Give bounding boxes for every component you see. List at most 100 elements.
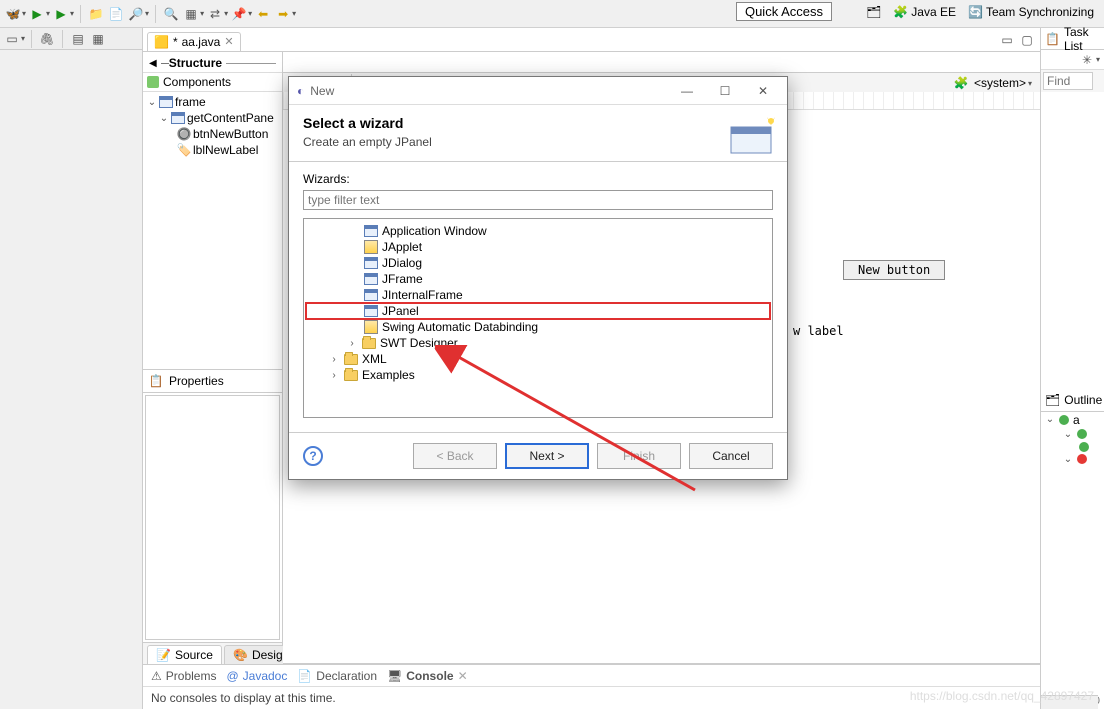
button-icon: 🔘 <box>177 127 191 141</box>
help-icon[interactable]: ? <box>303 446 323 466</box>
outline-header[interactable]: 🗂 Outline <box>1041 390 1104 412</box>
dialog-subheading: Create an empty JPanel <box>303 135 432 149</box>
panel-icon <box>364 305 378 317</box>
structure-title: Structure <box>169 56 222 70</box>
wizard-list[interactable]: Application Window JApplet JDialog JFram… <box>303 218 773 418</box>
quick-access[interactable]: Quick Access <box>736 2 832 21</box>
frame-icon <box>159 96 173 108</box>
toggle-icon[interactable]: ▦ <box>182 5 200 23</box>
components-tree: ⌄frame ⌄getContentPane 🔘btnNewButton 🏷️l… <box>143 92 282 369</box>
dialog-minimize-icon[interactable]: — <box>671 81 703 101</box>
components-label: Components <box>163 75 231 89</box>
tree-contentpane[interactable]: ⌄getContentPane <box>147 110 282 126</box>
wizard-filter-input[interactable] <box>303 190 773 210</box>
left-column: ▭▾ 🖇 ▤ ▦ <box>0 28 143 709</box>
console-icon: 🖥 <box>387 669 402 683</box>
run-icon[interactable]: ▶ <box>28 5 46 23</box>
wizards-label: Wizards: <box>303 172 773 186</box>
fwd-nav-icon[interactable]: ➡ <box>274 5 292 23</box>
perspective-team-sync[interactable]: 🔄 Team Synchronizing <box>964 4 1098 20</box>
task-list-header[interactable]: 📋 Task List <box>1041 28 1104 50</box>
frame-icon <box>364 273 378 285</box>
mock-label[interactable]: w label <box>793 324 844 338</box>
back-button: < Back <box>413 443 497 469</box>
back-nav-icon[interactable]: ⬅ <box>254 5 272 23</box>
panel-icon <box>171 112 185 124</box>
properties-body <box>145 395 280 641</box>
new-wizard-dialog: ◐ New — ☐ ✕ Select a wizard Create an em… <box>288 76 788 480</box>
minimize-view-icon[interactable]: ▭ <box>998 31 1016 49</box>
wizard-swt-designer[interactable]: ›SWT Designer <box>306 335 770 351</box>
source-icon: 📝 <box>156 648 171 662</box>
open-perspective-icon[interactable]: 🗂 <box>862 4 885 20</box>
wizard-application-window[interactable]: Application Window <box>306 223 770 239</box>
next-button[interactable]: Next > <box>505 443 589 469</box>
perspective-java-ee[interactable]: 🧩 Java EE <box>889 4 960 20</box>
run-ext-icon[interactable]: ▶ <box>52 5 70 23</box>
link-icon[interactable]: 🖇 <box>38 30 56 48</box>
dialog-close-icon[interactable]: ✕ <box>747 81 779 101</box>
tab-javadoc[interactable]: @Javadoc <box>226 669 287 683</box>
folder-icon <box>344 370 358 381</box>
debug-icon[interactable]: 🦋 <box>4 5 22 23</box>
debug-dropdown[interactable]: ▾ <box>22 9 26 18</box>
applet-icon <box>364 240 378 254</box>
tree-frame[interactable]: ⌄frame <box>147 94 282 110</box>
outline-node-3[interactable]: ⌄ <box>1041 453 1104 466</box>
cancel-button[interactable]: Cancel <box>689 443 773 469</box>
editor-tab-aa[interactable]: 🟨 *aa.java ✕ <box>147 32 241 51</box>
tab-console[interactable]: 🖥Console ✕ <box>387 669 468 683</box>
maximize-view-icon[interactable]: ▢ <box>1018 31 1036 49</box>
dirty-marker: * <box>173 35 178 49</box>
system-laf-icon[interactable]: 🧩 <box>952 74 970 92</box>
wizard-jdialog[interactable]: JDialog <box>306 255 770 271</box>
editor-tab-label: aa.java <box>182 35 221 49</box>
nav-icon[interactable]: ⇄ <box>206 5 224 23</box>
structure-header: ◀ Structure <box>143 52 282 72</box>
folder-icon <box>344 354 358 365</box>
wizard-examples[interactable]: ›Examples <box>306 367 770 383</box>
outline-node-2[interactable] <box>1041 441 1104 453</box>
tree-btn[interactable]: 🔘btnNewButton <box>147 126 282 142</box>
open-type-icon[interactable]: 🔎 <box>127 5 145 23</box>
main-toolbar: 🦋▾ ▶▾ ▶▾ 📁 📄 🔎▾ 🔍 ▦▾ ⇄▾ 📌▾ ⬅ ➡▾ Quick Ac… <box>0 0 1104 28</box>
collapse-icon[interactable]: ▭ <box>3 30 21 48</box>
filter-icon[interactable]: ▤ <box>69 30 87 48</box>
pin-icon[interactable]: 📌 <box>230 5 248 23</box>
outline-root[interactable]: ⌄a <box>1041 412 1104 428</box>
search-icon[interactable]: 🔍 <box>162 5 180 23</box>
problems-icon: ⚠ <box>151 669 162 683</box>
properties-label: Properties <box>169 374 224 388</box>
dialog-title: New <box>310 84 665 98</box>
tab-declaration[interactable]: 📄Declaration <box>297 669 377 683</box>
window-icon <box>364 225 378 237</box>
task-new-icon[interactable]: ✳ <box>1078 51 1096 69</box>
new-package-icon[interactable]: 📁 <box>87 5 105 23</box>
laf-label: <system> <box>974 76 1026 90</box>
mock-new-button[interactable]: New button <box>843 260 945 280</box>
databinding-icon <box>364 320 378 334</box>
outline-node-1[interactable]: ⌄ <box>1041 428 1104 441</box>
console-body: No consoles to display at this time. <box>143 686 1040 709</box>
wizard-databinding[interactable]: Swing Automatic Databinding <box>306 319 770 335</box>
wizard-banner-icon <box>725 113 777 159</box>
new-class-icon[interactable]: 📄 <box>107 5 125 23</box>
wizard-jframe[interactable]: JFrame <box>306 271 770 287</box>
wizard-xml[interactable]: ›XML <box>306 351 770 367</box>
console-close-icon[interactable]: ✕ <box>458 669 468 683</box>
editor-tabs: 🟨 *aa.java ✕ ▭ ▢ <box>143 28 1040 52</box>
more-icon[interactable]: ▦ <box>89 30 107 48</box>
javadoc-icon: @ <box>226 669 238 683</box>
dialog-icon <box>364 257 378 269</box>
wizard-japplet[interactable]: JApplet <box>306 239 770 255</box>
tab-source[interactable]: 📝Source <box>147 645 222 664</box>
dialog-maximize-icon[interactable]: ☐ <box>709 81 741 101</box>
task-find-input[interactable] <box>1043 72 1093 90</box>
wizard-jpanel[interactable]: JPanel <box>306 303 770 319</box>
internalframe-icon <box>364 289 378 301</box>
tab-close-icon[interactable]: ✕ <box>224 35 233 48</box>
dialog-heading: Select a wizard <box>303 115 432 131</box>
tree-lbl[interactable]: 🏷️lblNewLabel <box>147 142 282 158</box>
tab-problems[interactable]: ⚠Problems <box>151 669 216 683</box>
wizard-jinternalframe[interactable]: JInternalFrame <box>306 287 770 303</box>
